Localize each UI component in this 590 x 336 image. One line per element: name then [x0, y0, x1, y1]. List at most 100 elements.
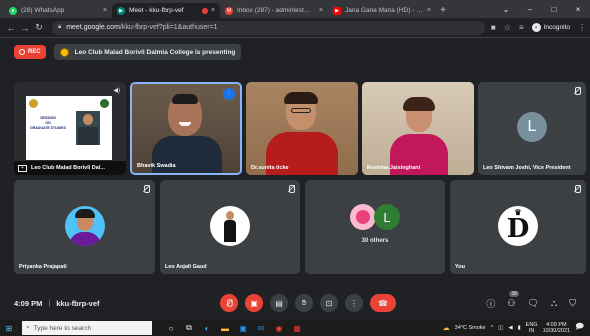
search-placeholder: Type here to search [33, 324, 92, 332]
presenting-banner: Leo Club Malad Borivli Dalmia College is… [53, 44, 242, 60]
tab-whatsapp[interactable]: ● (28) WhatsApp × [4, 3, 112, 18]
captions-icon: ▤ [275, 298, 283, 308]
chat-icon[interactable]: 🗨︎ [527, 298, 538, 309]
maximize-icon[interactable]: □ [542, 5, 566, 14]
camera-in-use-icon[interactable]: ■ [491, 23, 496, 32]
participant-tile[interactable]: Leo Anjali Gaud [160, 180, 300, 274]
tab-search-icon[interactable]: ⌄ [494, 5, 518, 14]
leave-call-button[interactable]: ☎︎ [370, 294, 396, 312]
task-view-icon[interactable]: ⧉ [180, 323, 198, 333]
meet-icon: ▶ [117, 6, 125, 15]
volume-icon[interactable]: ◀︎ [508, 325, 512, 331]
recording-badge[interactable]: REC [14, 45, 46, 59]
reading-list-icon[interactable]: ≡ [519, 23, 524, 32]
participant-tile[interactable]: Reshma Jaisinghani [362, 82, 474, 175]
participant-tile[interactable]: ⫶ Bhavik Swadia [130, 82, 242, 175]
network-icon[interactable]: ◫ [498, 325, 503, 331]
hand-icon: ✋︎ [301, 298, 307, 307]
close-icon[interactable]: × [103, 7, 107, 14]
crown-icon: ♛ [514, 207, 522, 217]
rec-label: REC [28, 49, 41, 55]
speaker-photo [76, 111, 100, 145]
address-input[interactable]: 🔒︎ meet.google.com /kku-fbrp-vef?pli=1&a… [52, 20, 485, 35]
forward-icon[interactable]: → [18, 23, 32, 33]
tab-title: Meet - kku-fbrp-vef [129, 7, 184, 14]
participant-name: Leo Club Malad Borivli Dal... [31, 165, 105, 171]
host-controls-icon[interactable]: ⛉ [569, 298, 576, 309]
youtube-icon: ▶ [333, 6, 341, 15]
meet-controls-bar: 4:09 PM | kku-fbrp-vef ▣ ▤ ✋︎ ⊡ ⋮ ☎︎ ⓘ ⚇… [0, 288, 590, 318]
windows-start-icon[interactable]: ⊞ [0, 324, 18, 333]
people-button[interactable]: ⚇ 38 [507, 290, 519, 309]
reload-icon[interactable]: ↻ [32, 22, 46, 33]
mail-icon[interactable]: ✉︎ [252, 324, 270, 333]
gmail-icon: M [225, 6, 233, 15]
cortana-icon[interactable]: ○ [162, 324, 180, 333]
present-screen-icon: + [18, 165, 27, 172]
participant-face [168, 94, 202, 136]
tab-youtube[interactable]: ▶ Jana Gana Mana (HD) - National... × [328, 3, 436, 18]
mic-toggle-button[interactable] [220, 294, 238, 312]
close-window-icon[interactable]: × [566, 5, 590, 14]
meeting-time: 4:09 PM [14, 298, 43, 308]
incognito-indicator[interactable]: ◓ Incognito [531, 23, 570, 32]
self-tile[interactable]: ♛ D You [450, 180, 586, 274]
lang-region: IN [528, 328, 535, 334]
meeting-details-icon[interactable]: ⓘ [486, 297, 495, 310]
menu-icon[interactable]: ⋮ [578, 23, 586, 32]
bookmark-star-icon[interactable]: ☆ [504, 23, 511, 32]
presenter-avatar [59, 47, 69, 57]
clock[interactable]: 4:09 PM 10/30/2021 [543, 322, 571, 334]
clock-date: 10/30/2021 [542, 328, 571, 334]
recording-dot-icon [201, 7, 208, 14]
new-tab-button[interactable]: + [436, 3, 450, 18]
close-icon[interactable]: × [427, 7, 431, 14]
avatar [350, 204, 376, 230]
weather-icon: ☁︎ [442, 325, 450, 332]
others-tile[interactable]: L 30 others [305, 180, 445, 274]
more-icon: ⋮ [350, 298, 358, 308]
raise-hand-button[interactable]: ✋︎ [295, 294, 313, 312]
captions-button[interactable]: ▤ [270, 294, 288, 312]
activities-icon[interactable]: ⛬ [551, 298, 557, 309]
camera-toggle-button[interactable]: ▣ [245, 294, 263, 312]
presenting-text: Leo Club Malad Borivli Dalmia College is… [74, 48, 236, 56]
system-tray: ☁︎ 34°C Smoke ^ ◫ ◀︎ ▮ ENG IN 4:09 PM 10… [443, 321, 590, 335]
edge-icon[interactable]: ◐ [198, 324, 216, 333]
weather-text[interactable]: 34°C Smoke [455, 325, 486, 331]
meet-top-bar: REC Leo Club Malad Borivli Dalmia Colleg… [0, 38, 590, 66]
minimize-icon[interactable]: – [518, 5, 542, 14]
participant-name: Reshma Jaisinghani [367, 165, 421, 171]
tab-gmail[interactable]: M Inbox (287) - admintest@dalmi... × [220, 3, 328, 18]
address-bar-row: ← → ↻ 🔒︎ meet.google.com /kku-fbrp-vef?p… [0, 18, 590, 38]
participant-tile[interactable]: L Leo Shivam Joshi, Vice President [478, 82, 586, 175]
mic-off-icon [574, 87, 581, 97]
hang-up-icon: ☎︎ [378, 298, 388, 308]
presentation-tile[interactable]: SESSION ON GRADUATE STUDIES ◀︎) + Leo Cl… [14, 82, 126, 175]
close-icon[interactable]: × [319, 7, 323, 14]
notifications-icon[interactable]: 🗩︎ [575, 321, 584, 335]
url-path: /kku-fbrp-vef?pli=1&authuser=1 [119, 24, 218, 31]
present-button[interactable]: ⊡ [320, 294, 338, 312]
store-icon[interactable]: ▣ [234, 324, 252, 333]
tray-overflow-icon[interactable]: ^ [491, 325, 494, 331]
mic-off-icon [574, 185, 581, 195]
participant-tile[interactable]: Priyanka Prajapati [14, 180, 155, 274]
language-indicator[interactable]: ENG IN [526, 322, 538, 334]
tab-meet[interactable]: ▶ Meet - kku-fbrp-vef × [112, 3, 220, 18]
back-icon[interactable]: ← [4, 23, 18, 33]
college-logo [100, 99, 109, 108]
slide-line: GRADUATE STUDIES [30, 126, 66, 130]
avatar: L [374, 204, 400, 230]
search-icon: ⌕ [26, 324, 30, 331]
people-count-badge: 38 [509, 290, 519, 297]
file-explorer-icon[interactable]: ▬ [216, 324, 234, 333]
participant-name: You [455, 264, 465, 270]
taskbar-search[interactable]: ⌕ Type here to search [22, 321, 152, 335]
chrome-icon[interactable]: ◉ [270, 324, 288, 333]
participant-tile[interactable]: Dr.sunita ticke [246, 82, 358, 175]
more-options-button[interactable]: ⋮ [345, 294, 363, 312]
battery-icon[interactable]: ▮ [518, 325, 521, 331]
close-icon[interactable]: × [211, 7, 215, 14]
app-icon[interactable]: ▦ [288, 324, 306, 333]
